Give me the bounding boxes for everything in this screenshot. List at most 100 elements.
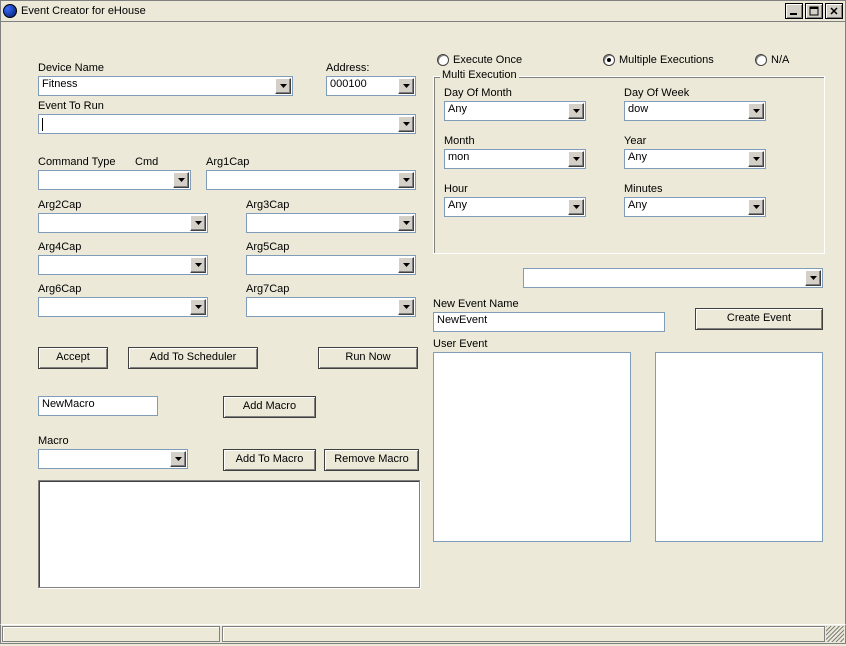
- arg2-combo[interactable]: [38, 213, 208, 233]
- chevron-down-icon: [748, 199, 764, 215]
- macro-combo[interactable]: [38, 449, 188, 469]
- year-value: Any: [628, 151, 647, 163]
- status-pane-1: [2, 626, 220, 642]
- na-radio[interactable]: N/A: [755, 54, 789, 66]
- minutes-label: Minutes: [624, 183, 663, 195]
- events-list[interactable]: [655, 352, 823, 542]
- arg6-label: Arg6Cap: [38, 283, 81, 295]
- device-name-value: Fitness: [42, 78, 77, 90]
- day-of-week-value: dow: [628, 103, 648, 115]
- chevron-down-icon: [398, 215, 414, 231]
- address-label: Address:: [326, 62, 369, 74]
- hour-combo[interactable]: Any: [444, 197, 586, 217]
- close-button[interactable]: [825, 3, 843, 19]
- minutes-combo[interactable]: Any: [624, 197, 766, 217]
- new-event-name-value: NewEvent: [437, 314, 487, 326]
- new-event-name-input[interactable]: NewEvent: [433, 312, 665, 332]
- chevron-down-icon: [398, 116, 414, 132]
- app-icon: [3, 4, 17, 18]
- remove-macro-button[interactable]: Remove Macro: [324, 449, 419, 471]
- chevron-down-icon: [398, 257, 414, 273]
- title-bar: Event Creator for eHouse: [0, 0, 846, 22]
- hour-value: Any: [448, 199, 467, 211]
- radio-icon: [437, 54, 449, 66]
- arg7-combo[interactable]: [246, 297, 416, 317]
- chevron-down-icon: [568, 103, 584, 119]
- user-event-list[interactable]: [433, 352, 631, 542]
- arg1-combo[interactable]: [206, 170, 416, 190]
- client-area: Device Name Fitness Address: 000100 Even…: [0, 22, 846, 624]
- address-combo[interactable]: 000100: [326, 76, 416, 96]
- execute-once-label: Execute Once: [453, 54, 522, 66]
- arg4-label: Arg4Cap: [38, 241, 81, 253]
- minimize-button[interactable]: [785, 3, 803, 19]
- year-combo[interactable]: Any: [624, 149, 766, 169]
- day-of-month-value: Any: [448, 103, 467, 115]
- create-event-button[interactable]: Create Event: [695, 308, 823, 330]
- add-to-macro-button[interactable]: Add To Macro: [223, 449, 316, 471]
- multi-execution-legend: Multi Execution: [440, 69, 519, 81]
- chevron-down-icon: [568, 151, 584, 167]
- chevron-down-icon: [190, 299, 206, 315]
- arg7-label: Arg7Cap: [246, 283, 289, 295]
- add-macro-button[interactable]: Add Macro: [223, 396, 316, 418]
- month-combo[interactable]: mon: [444, 149, 586, 169]
- event-to-run-label: Event To Run: [38, 100, 104, 112]
- year-label: Year: [624, 135, 646, 147]
- arg6-combo[interactable]: [38, 297, 208, 317]
- command-type-label: Command Type: [38, 156, 115, 168]
- day-of-month-label: Day Of Month: [444, 87, 512, 99]
- user-event-label: User Event: [433, 338, 487, 350]
- unnamed-combo[interactable]: [523, 268, 823, 288]
- day-of-month-combo[interactable]: Any: [444, 101, 586, 121]
- arg1-label: Arg1Cap: [206, 156, 249, 168]
- device-name-label: Device Name: [38, 62, 104, 74]
- multiple-executions-label: Multiple Executions: [619, 54, 714, 66]
- macro-textarea[interactable]: [38, 480, 420, 588]
- arg5-combo[interactable]: [246, 255, 416, 275]
- minimize-icon: [789, 6, 799, 16]
- add-to-scheduler-button[interactable]: Add To Scheduler: [128, 347, 258, 369]
- new-event-name-label: New Event Name: [433, 298, 519, 310]
- text-caret: [42, 118, 43, 131]
- resize-grip-icon[interactable]: [826, 626, 844, 642]
- day-of-week-label: Day Of Week: [624, 87, 689, 99]
- chevron-down-icon: [170, 451, 186, 467]
- radio-icon: [603, 54, 615, 66]
- cmd-label: Cmd: [135, 156, 158, 168]
- multiple-executions-radio[interactable]: Multiple Executions: [603, 54, 714, 66]
- minutes-value: Any: [628, 199, 647, 211]
- window-title: Event Creator for eHouse: [21, 5, 783, 17]
- event-to-run-combo[interactable]: [38, 114, 416, 134]
- chevron-down-icon: [568, 199, 584, 215]
- accept-button[interactable]: Accept: [38, 347, 108, 369]
- device-name-combo[interactable]: Fitness: [38, 76, 293, 96]
- run-now-button[interactable]: Run Now: [318, 347, 418, 369]
- chevron-down-icon: [190, 215, 206, 231]
- chevron-down-icon: [398, 78, 414, 94]
- arg4-combo[interactable]: [38, 255, 208, 275]
- chevron-down-icon: [748, 151, 764, 167]
- address-value: 000100: [330, 78, 367, 90]
- new-macro-value: NewMacro: [42, 398, 95, 410]
- month-value: mon: [448, 151, 469, 163]
- chevron-down-icon: [275, 78, 291, 94]
- arg3-label: Arg3Cap: [246, 199, 289, 211]
- chevron-down-icon: [398, 172, 414, 188]
- month-label: Month: [444, 135, 475, 147]
- day-of-week-combo[interactable]: dow: [624, 101, 766, 121]
- close-icon: [829, 6, 839, 16]
- radio-icon: [755, 54, 767, 66]
- arg3-combo[interactable]: [246, 213, 416, 233]
- chevron-down-icon: [173, 172, 189, 188]
- maximize-button[interactable]: [805, 3, 823, 19]
- arg5-label: Arg5Cap: [246, 241, 289, 253]
- new-macro-input[interactable]: NewMacro: [38, 396, 158, 416]
- maximize-icon: [809, 6, 819, 16]
- command-type-combo[interactable]: [38, 170, 191, 190]
- execute-once-radio[interactable]: Execute Once: [437, 54, 522, 66]
- status-pane-2: [222, 626, 825, 642]
- na-label: N/A: [771, 54, 789, 66]
- multi-execution-group: Multi Execution Day Of Month Any Day Of …: [433, 76, 825, 254]
- arg2-label: Arg2Cap: [38, 199, 81, 211]
